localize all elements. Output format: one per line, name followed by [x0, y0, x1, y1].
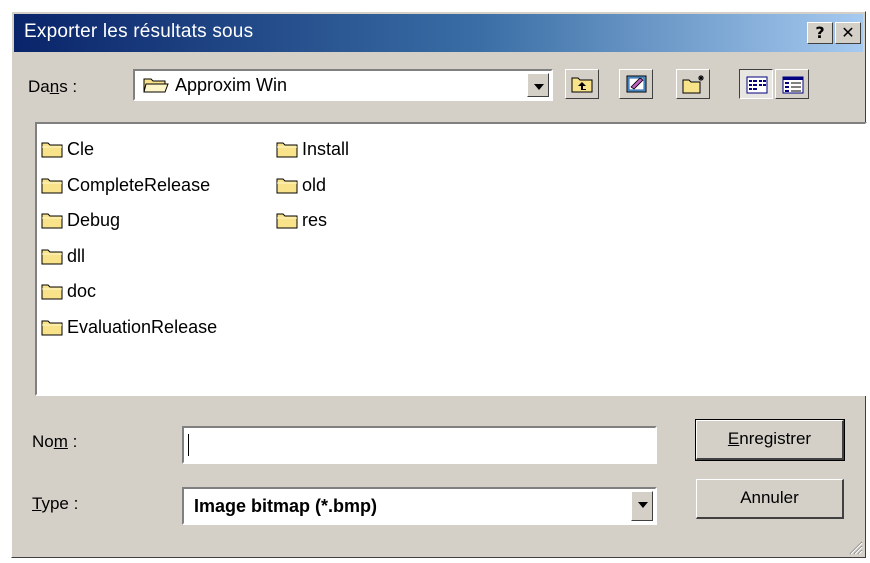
text-cursor — [188, 434, 189, 456]
new-folder-icon — [682, 74, 706, 99]
dialog-title: Exporter les résultats sous — [24, 21, 254, 42]
close-button[interactable]: ✕ — [835, 22, 861, 44]
up-folder-icon — [571, 75, 593, 98]
filename-label-text-end: : — [67, 432, 78, 451]
folder-item[interactable]: Cle — [41, 132, 217, 168]
folder-name: doc — [67, 281, 97, 302]
folder-icon — [41, 212, 63, 229]
details-view-icon — [782, 76, 804, 99]
folder-icon — [41, 177, 63, 194]
folder-icon — [276, 212, 298, 229]
save-button-accel: E — [727, 429, 740, 448]
folder-icon — [41, 319, 63, 336]
folder-item[interactable]: CompleteRelease — [41, 168, 217, 204]
location-label-text: Da — [28, 77, 50, 96]
details-view-button[interactable] — [775, 69, 809, 99]
folder-icon — [41, 141, 63, 158]
list-view-icon — [746, 76, 768, 99]
location-value: Approxim Win — [175, 75, 288, 95]
desktop-button[interactable] — [619, 69, 653, 99]
filetype-dropdown-arrow[interactable] — [631, 491, 653, 521]
filetype-label-text: ype : — [41, 494, 79, 513]
open-folder-icon — [143, 76, 169, 94]
resize-grip[interactable] — [847, 539, 863, 555]
filename-label-accel: m — [53, 432, 68, 451]
filetype-dropdown[interactable]: Image bitmap (*.bmp) — [182, 487, 657, 525]
folder-name: old — [302, 174, 327, 195]
save-button[interactable]: Enregistrer — [695, 419, 845, 461]
location-dropdown-arrow[interactable] — [527, 73, 549, 97]
folder-item[interactable]: dll — [41, 239, 217, 275]
folder-name: res — [302, 210, 328, 231]
list-view-button[interactable] — [739, 69, 773, 99]
file-column-2: Install old res — [276, 132, 349, 239]
filename-label: Nom : — [32, 432, 77, 452]
folder-name: EvaluationRelease — [67, 316, 218, 337]
desktop-icon — [625, 73, 649, 100]
help-button[interactable]: ? — [807, 22, 833, 44]
filetype-label: Type : — [32, 494, 78, 514]
folder-icon — [41, 283, 63, 300]
up-one-level-button[interactable] — [565, 69, 599, 99]
folder-icon — [41, 248, 63, 265]
folder-item[interactable]: doc — [41, 274, 217, 310]
folder-item[interactable]: res — [276, 203, 349, 239]
save-button-label: nregistrer — [739, 429, 812, 448]
location-label: Dans : — [28, 77, 77, 97]
folder-name: dll — [67, 245, 86, 266]
filename-label-text: No — [32, 432, 54, 451]
folder-name: Debug — [67, 210, 121, 231]
create-new-folder-button[interactable] — [676, 69, 710, 99]
folder-item[interactable]: Debug — [41, 203, 217, 239]
folder-name: Install — [302, 139, 350, 160]
file-column-1: Cle CompleteRelease Debug dll doc Evalua… — [41, 132, 217, 345]
folder-name: Cle — [67, 139, 95, 160]
location-label-text-end: s : — [59, 77, 78, 96]
folder-item[interactable]: old — [276, 168, 349, 204]
folder-icon — [276, 141, 298, 158]
file-list[interactable]: Cle CompleteRelease Debug dll doc Evalua… — [35, 122, 867, 396]
folder-icon — [276, 177, 298, 194]
folder-item[interactable]: Install — [276, 132, 349, 168]
location-label-accel: n — [49, 77, 60, 96]
save-dialog: Exporter les résultats sous ? ✕ Dans : A… — [11, 11, 867, 558]
location-dropdown[interactable]: Approxim Win — [133, 69, 553, 101]
filename-input[interactable] — [182, 426, 657, 464]
title-bar[interactable]: Exporter les résultats sous ? ✕ — [14, 14, 863, 52]
filetype-value: Image bitmap (*.bmp) — [194, 496, 378, 516]
cancel-button[interactable]: Annuler — [696, 479, 844, 519]
folder-name: CompleteRelease — [67, 174, 211, 195]
folder-item[interactable]: EvaluationRelease — [41, 310, 217, 346]
